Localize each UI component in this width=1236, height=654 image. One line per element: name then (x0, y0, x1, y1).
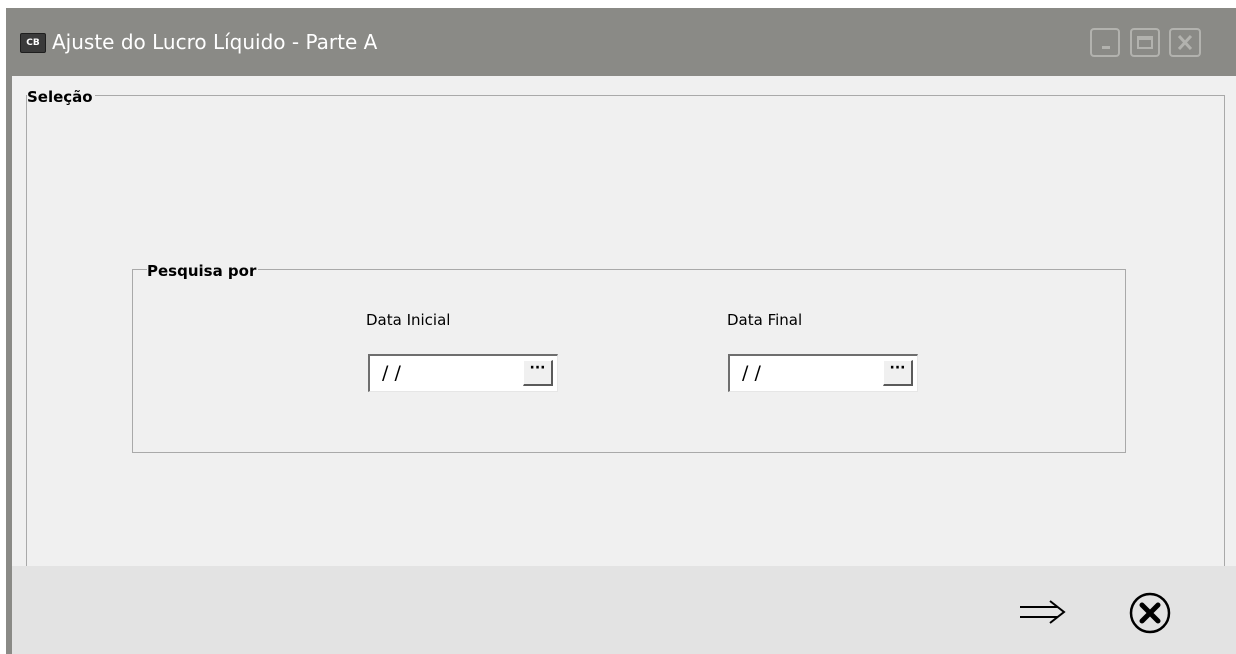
title-bar[interactable]: CB Ajuste do Lucro Líquido - Parte A (6, 8, 1236, 74)
minimize-icon (1102, 46, 1110, 49)
search-by-group (132, 269, 1126, 453)
maximize-icon (1137, 36, 1153, 49)
end-date-input[interactable] (736, 358, 876, 388)
maximize-button[interactable] (1130, 28, 1160, 57)
arrow-right-icon (1020, 600, 1066, 624)
close-icon (1177, 34, 1193, 51)
search-by-legend: Pesquisa por (147, 262, 259, 280)
app-window: CB Ajuste do Lucro Líquido - Parte A Sel… (6, 8, 1236, 654)
start-date-field: ··· (368, 354, 558, 392)
end-date-field: ··· (728, 354, 918, 392)
cancel-button[interactable] (1128, 591, 1172, 635)
app-icon: CB (20, 33, 46, 53)
window-title: Ajuste do Lucro Líquido - Parte A (52, 30, 378, 54)
end-date-label: Data Final (727, 311, 803, 329)
end-date-picker-button[interactable]: ··· (883, 360, 913, 386)
button-bar (12, 566, 1236, 654)
start-date-picker-button[interactable]: ··· (523, 360, 553, 386)
minimize-button[interactable] (1090, 28, 1120, 57)
selection-group-legend: Seleção (27, 88, 95, 106)
close-button[interactable] (1169, 28, 1201, 57)
start-date-input[interactable] (376, 358, 516, 388)
dialog-body: Seleção Pesquisa por Data Inicial ··· Da… (12, 76, 1236, 654)
next-button[interactable] (1016, 598, 1072, 626)
cancel-circle-x-icon (1129, 592, 1171, 634)
start-date-label: Data Inicial (366, 311, 451, 329)
